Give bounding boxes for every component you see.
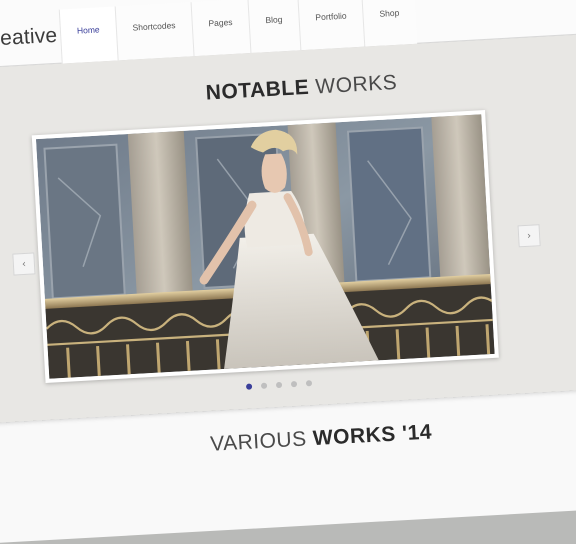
slide-image[interactable] (35, 114, 495, 379)
site-logo[interactable]: creative (0, 24, 58, 52)
various-works-title: VARIOUS WORKS '14 (0, 408, 576, 470)
page-canvas: creative Home Shortcodes Pages Blog Port… (0, 0, 576, 544)
slider-pagination (245, 380, 313, 390)
slider-dot-3[interactable] (275, 381, 283, 389)
notable-title-strong: NOTABLE (205, 75, 310, 105)
slider-dot-4[interactable] (290, 380, 298, 388)
notable-works-title: NOTABLE WORKS (0, 57, 576, 119)
various-title-strong: WORKS '14 (312, 420, 433, 451)
slider-prev-button[interactable]: ‹ (12, 252, 36, 276)
slider-dot-2[interactable] (260, 382, 268, 389)
nav-item-shortcodes[interactable]: Shortcodes (114, 2, 194, 61)
slider-dot-5[interactable] (305, 380, 313, 387)
slider-frame (31, 110, 499, 383)
chevron-left-icon: ‹ (21, 258, 27, 270)
notable-title-light: WORKS (314, 70, 398, 99)
nav-item-portfolio[interactable]: Portfolio (297, 0, 365, 51)
nav-item-shop[interactable]: Shop (361, 0, 418, 47)
slider-dot-1[interactable] (245, 383, 253, 390)
nav-item-home[interactable]: Home (58, 6, 118, 64)
notable-works-section: NOTABLE WORKS ‹ › (0, 31, 576, 424)
nav-item-pages[interactable]: Pages (190, 0, 251, 57)
chevron-right-icon: › (526, 230, 532, 242)
various-title-light: VARIOUS (209, 427, 308, 456)
slider-next-button[interactable]: › (517, 224, 541, 248)
nav-item-blog[interactable]: Blog (247, 0, 301, 54)
